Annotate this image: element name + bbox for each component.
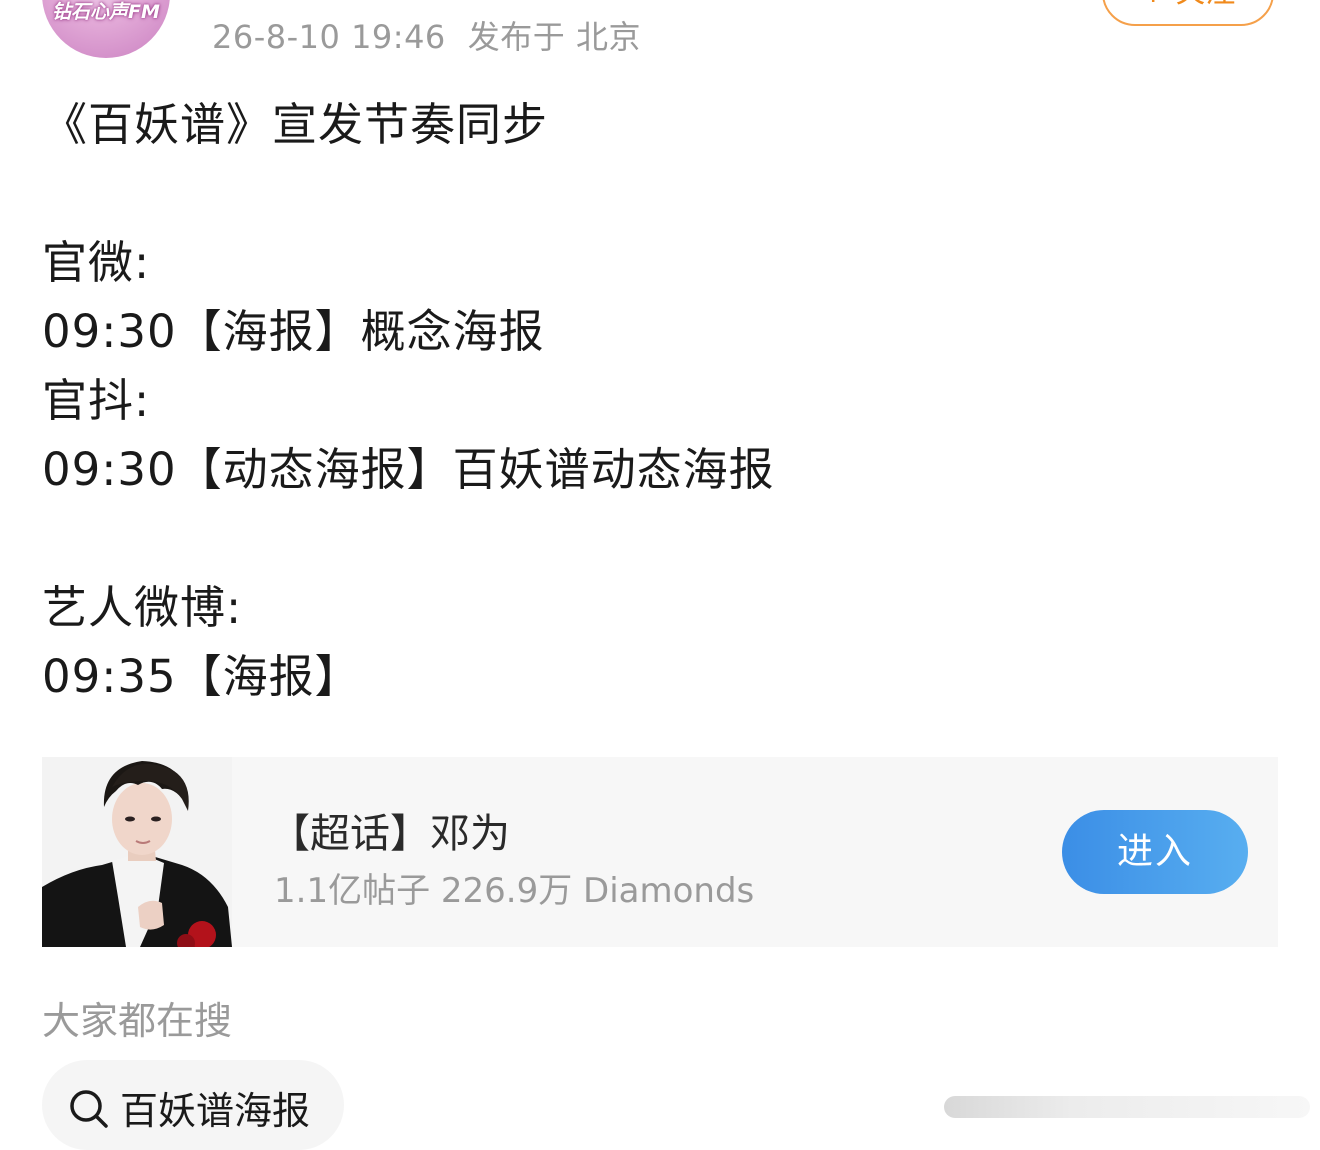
post-title-line: 《百妖谱》宣发节奏同步 — [42, 98, 549, 151]
topic-photo — [42, 757, 232, 947]
super-topic-card[interactable]: 【超话】邓为 1.1亿帖子 226.9万 Diamonds 进入 — [42, 757, 1278, 947]
search-icon — [70, 1090, 108, 1128]
post-line-official-douyin: 官抖: — [42, 374, 151, 427]
post-line-douyin-poster: 09:30【动态海报】百妖谱动态海报 — [42, 443, 775, 496]
post-meta: 26-8-10 19:46 发布于 北京 — [212, 12, 641, 58]
topic-photo-illustration — [42, 757, 232, 947]
post-line-artist-poster: 09:35【海报】 — [42, 650, 361, 703]
post-line-weibo-poster: 09:30【海报】概念海报 — [42, 305, 545, 358]
horizontal-scroll-indicator — [944, 1096, 1310, 1118]
post-line-official-weibo: 官微: — [42, 236, 151, 289]
post-location: 发布于 北京 — [467, 18, 641, 56]
post-line-artist-weibo: 艺人微博: — [42, 581, 243, 634]
enter-topic-button[interactable]: 进入 — [1062, 810, 1248, 894]
avatar[interactable]: 钻石心声FM — [42, 0, 170, 58]
trending-search-heading: 大家都在搜 — [42, 999, 233, 1043]
topic-stats: 1.1亿帖子 226.9万 Diamonds — [274, 871, 755, 911]
search-suggestion-chip[interactable]: 百妖谱海报 — [42, 1060, 344, 1150]
post-content: 《百妖谱》宣发节奏同步 官微: 09:30【海报】概念海报 官抖: 09:30【… — [42, 90, 1282, 711]
search-suggestion-text: 百妖谱海报 — [120, 1089, 311, 1133]
follow-button[interactable]: + 关注 — [1102, 0, 1274, 26]
post-timestamp: 26-8-10 19:46 — [212, 18, 446, 56]
avatar-logo-text: 钻石心声FM — [52, 1, 160, 23]
topic-title: 【超话】邓为 — [270, 811, 510, 857]
